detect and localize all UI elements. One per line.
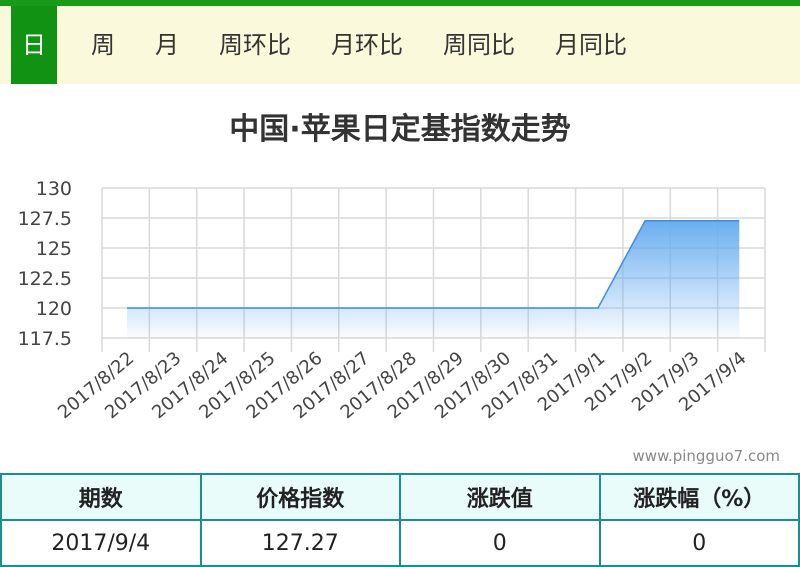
tab-week[interactable]: 周 [71, 6, 135, 84]
y-tick-label: 127.5 [18, 208, 72, 230]
cell-period: 2017/9/4 [1, 520, 201, 566]
table-row: 2017/9/4 127.27 0 0 [1, 520, 799, 566]
col-change: 涨跌值 [400, 474, 600, 520]
col-period: 期数 [1, 474, 201, 520]
cell-price-index: 127.27 [201, 520, 401, 566]
y-tick-label: 122.5 [18, 268, 72, 290]
col-change-pct: 涨跌幅（%） [600, 474, 800, 520]
chart-title: 中国·苹果日定基指数走势 [0, 104, 800, 148]
y-tick-label: 130 [36, 178, 72, 200]
cell-change: 0 [400, 520, 600, 566]
summary-table: 期数 价格指数 涨跌值 涨跌幅（%） 2017/9/4 127.27 0 0 [0, 473, 800, 567]
cell-change-pct: 0 [600, 520, 800, 566]
tab-month-yoy[interactable]: 月同比 [535, 6, 647, 84]
table-header-row: 期数 价格指数 涨跌值 涨跌幅（%） [1, 474, 799, 520]
period-tab-bar: 日 周 月 周环比 月环比 周同比 月同比 [0, 6, 800, 84]
index-trend-chart: 130127.5125122.5120117.5 2017/8/222017/8… [0, 170, 800, 445]
tab-week-on-week[interactable]: 周环比 [199, 6, 311, 84]
tab-week-yoy[interactable]: 周同比 [423, 6, 535, 84]
y-tick-label: 125 [36, 238, 72, 260]
y-tick-label: 117.5 [18, 328, 72, 350]
tab-month-on-month[interactable]: 月环比 [311, 6, 423, 84]
tab-month[interactable]: 月 [135, 6, 199, 84]
y-tick-label: 120 [36, 298, 72, 320]
tab-day[interactable]: 日 [11, 6, 57, 84]
col-price-index: 价格指数 [201, 474, 401, 520]
watermark: www.pingguo7.com [633, 447, 780, 465]
